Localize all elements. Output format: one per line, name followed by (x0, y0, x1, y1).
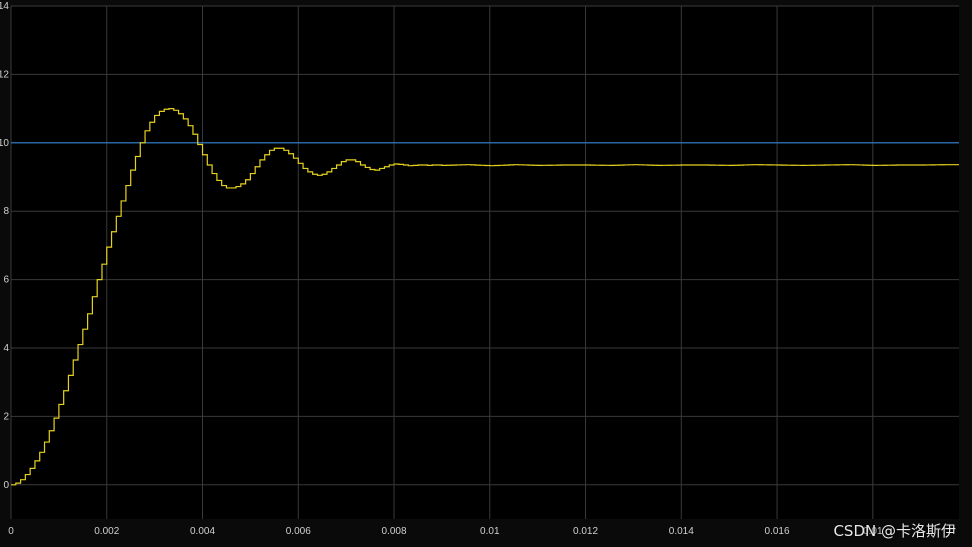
plot-area (11, 6, 959, 519)
y-tick-label: 0 (3, 480, 9, 491)
y-tick-label: 6 (3, 275, 9, 286)
y-tick-label: 14 (0, 1, 9, 12)
x-tick-label: 0.016 (765, 526, 790, 537)
x-tick-label: 0 (8, 526, 14, 537)
watermark-text: CSDN @卡洛斯伊 (833, 522, 956, 540)
y-tick-label: 8 (3, 206, 9, 217)
scope-plot-frame: 0 0.002 0.004 0.006 0.008 0.01 0.012 0.014 0.016… (0, 0, 972, 547)
x-tick-label: 0.008 (382, 526, 407, 537)
y-tick-label: 2 (3, 411, 9, 422)
x-tick-label: 0.004 (190, 526, 215, 537)
scope-plot: 0 0.002 0.004 0.006 0.008 0.01 0.012 0.014 0.016… (0, 1, 959, 537)
x-tick-label: 0.006 (286, 526, 311, 537)
y-tick-label: 12 (0, 69, 9, 80)
x-tick-label: 0.002 (94, 526, 119, 537)
y-tick-label: 4 (3, 343, 9, 354)
x-tick-label: 0.014 (669, 526, 694, 537)
x-tick-label: 0.01 (480, 526, 500, 537)
x-tick-label: 0.012 (573, 526, 598, 537)
y-tick-label: 10 (0, 138, 9, 149)
